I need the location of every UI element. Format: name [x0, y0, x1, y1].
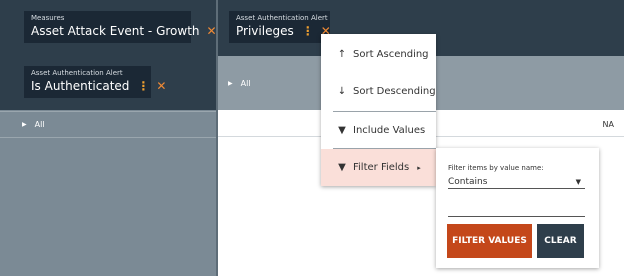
menu-item-label: Sort Ascending: [353, 49, 429, 60]
menu-item-sort-descending[interactable]: ↓ Sort Descending: [321, 73, 436, 110]
column-field-chip[interactable]: Asset Authentication Alert Privileges ⋮ …: [229, 11, 331, 43]
menu-item-label: Sort Descending: [353, 86, 436, 97]
filter-fields-panel: Filter items by value name: Contains ▼ F…: [436, 148, 599, 268]
menu-item-label: Filter Fields: [353, 162, 410, 173]
row-divider: [0, 111, 216, 112]
row-field-chip-label: Is Authenticated: [31, 79, 130, 93]
remove-measure-icon[interactable]: ✕: [207, 23, 217, 39]
filter-caption: Filter items by value name:: [448, 164, 544, 172]
row-header-all-label: All: [34, 120, 45, 129]
row-field-chip-caption: Asset Authentication Alert: [31, 69, 123, 77]
filter-icon: ▼: [338, 162, 346, 173]
measures-chip[interactable]: Measures Asset Attack Event - Growth ✕: [24, 11, 217, 43]
filter-value-input[interactable]: [448, 200, 585, 217]
menu-item-include-values[interactable]: ▼ Include Values: [321, 112, 436, 149]
sort-descending-icon: ↓: [337, 86, 347, 97]
measures-chip-caption: Measures: [31, 14, 65, 22]
column-header-all-label: All: [240, 79, 251, 88]
sort-ascending-icon: ↑: [337, 49, 347, 60]
filter-values-button[interactable]: FILTER VALUES: [447, 224, 532, 258]
row-divider: [0, 137, 216, 138]
submenu-arrow-icon: ▸: [417, 163, 421, 172]
menu-item-filter-fields[interactable]: ▼ Filter Fields ▸: [321, 149, 436, 186]
column-field-menu-icon[interactable]: ⋮: [302, 23, 314, 39]
menu-item-sort-ascending[interactable]: ↑ Sort Ascending: [321, 36, 436, 73]
expand-arrow-icon[interactable]: ▶: [22, 121, 27, 128]
chevron-down-icon: ▼: [575, 177, 581, 186]
row-field-menu-icon[interactable]: ⋮: [137, 78, 149, 94]
column-field-chip-label: Privileges: [236, 24, 294, 38]
column-context-menu: ↑ Sort Ascending ↓ Sort Descending ▼ Inc…: [321, 34, 436, 186]
filter-icon: ▼: [338, 125, 346, 136]
filter-condition-value: Contains: [448, 176, 488, 187]
filter-condition-select[interactable]: Contains ▼: [448, 175, 585, 189]
column-divider: [216, 0, 218, 276]
menu-item-label: Include Values: [353, 125, 426, 136]
column-header-all[interactable]: ▶ All: [228, 79, 251, 88]
clear-button[interactable]: CLEAR: [537, 224, 584, 258]
row-header-all[interactable]: ▶ All: [22, 120, 45, 129]
table-cell-value: NA: [602, 120, 614, 129]
row-field-chip[interactable]: Asset Authentication Alert Is Authentica…: [24, 66, 166, 98]
column-field-chip-caption: Asset Authentication Alert: [236, 14, 328, 22]
expand-arrow-icon[interactable]: ▶: [228, 80, 233, 87]
remove-row-field-icon[interactable]: ✕: [156, 78, 166, 94]
measures-chip-label: Asset Attack Event - Growth: [31, 24, 200, 38]
